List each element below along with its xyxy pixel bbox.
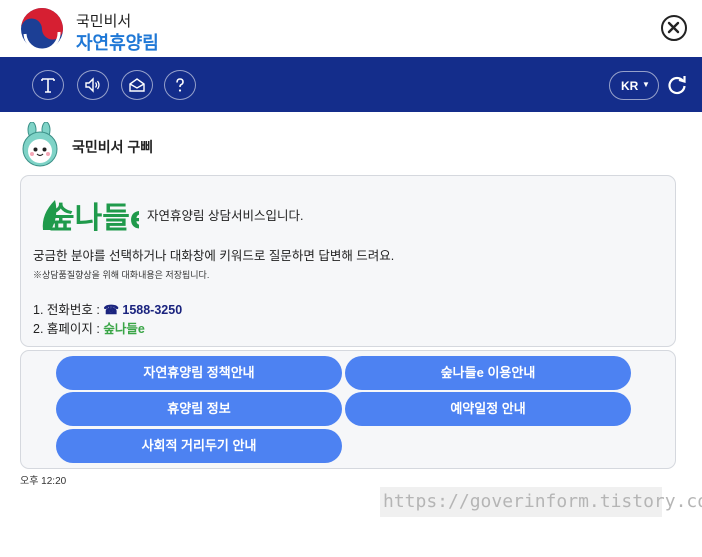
sound-button[interactable] [77,70,109,100]
taegeuk-logo-icon [21,8,63,51]
intro-text: 자연휴양림 상담서비스입니다. [147,209,304,223]
close-icon [667,21,680,34]
save-notice: ※상담품질향상을 위해 대화내용은 저장됩니다. [33,270,210,280]
language-value: KR [621,79,639,93]
guide-text: 궁금한 분야를 선택하거나 대화창에 키워드로 질문하면 답변해 드려요. [33,249,395,263]
phone-label: 1. 전화번호 : [33,303,104,317]
forest-logo: 숲나들e [42,200,139,236]
header: 국민비서 자연휴양림 [0,0,702,57]
help-icon [176,78,184,92]
chatbot-window: 국민비서 자연휴양림 KR ▼ 국민비서 구삐 숲나들 자연휴양림 상담서비스입… [0,0,702,557]
chevron-down-icon: ▼ [642,80,650,89]
message-time: 오후 12:20 [20,476,67,487]
bot-avatar [22,122,58,167]
mail-icon [129,78,145,92]
toolbar: KR ▼ [0,57,702,112]
usage-guide-button[interactable]: 숲나들e 이용안내 [345,356,631,390]
bot-name: 국민비서 구삐 [72,139,154,155]
phone-number[interactable]: ☎ 1588-3250 [103,303,182,317]
speaker-icon [85,77,100,93]
reservation-schedule-button[interactable]: 예약일정 안내 [345,392,631,426]
homepage-label: 2. 홈페이지 : [33,322,104,336]
forest-info-button[interactable]: 휴양림 정보 [56,392,342,426]
brand-subtitle: 국민비서 [76,13,132,30]
text-size-button[interactable] [32,70,64,100]
refresh-icon[interactable] [666,74,688,96]
help-button[interactable] [164,70,196,100]
brand-title: 자연휴양림 [76,33,159,53]
text-size-icon [41,78,55,93]
mail-button[interactable] [121,70,153,100]
language-select[interactable]: KR ▼ [609,71,659,100]
policy-guide-button[interactable]: 자연휴양림 정책안내 [56,356,342,390]
watermark: https://goverinform.tistory.com [380,487,702,517]
phone-line: 1. 전화번호 : ☎ 1588-3250 [33,299,182,318]
menu-card: 자연휴양림 정책안내 숲나들e 이용안내 휴양림 정보 예약일정 안내 사회적 … [20,350,676,469]
homepage-line: 2. 홈페이지 : 숲나들e [33,318,145,337]
homepage-link[interactable]: 숲나들e [103,322,144,336]
social-distancing-button[interactable]: 사회적 거리두기 안내 [56,429,342,463]
logo-text: 숲나들e [47,201,139,236]
close-button[interactable] [661,15,687,41]
message-card: 숲나들e 자연휴양림 상담서비스입니다. 궁금한 분야를 선택하거나 대화창에 … [20,175,676,347]
